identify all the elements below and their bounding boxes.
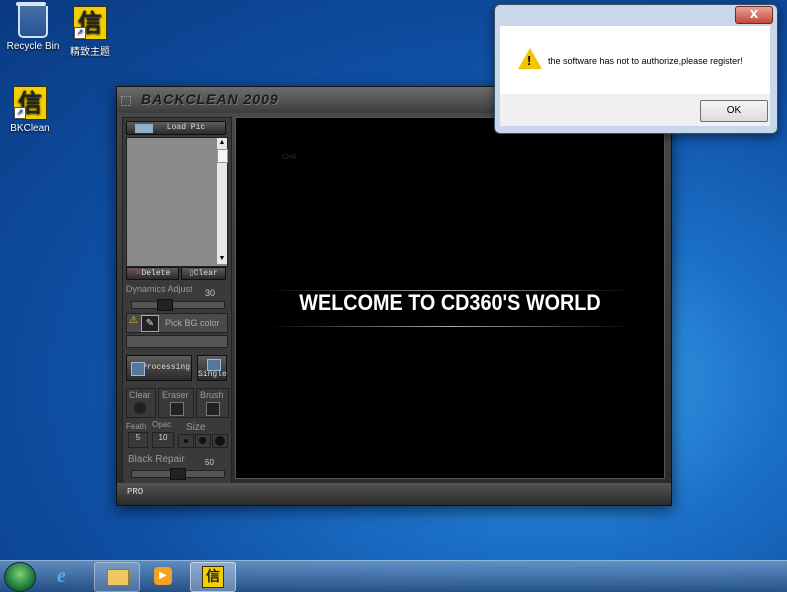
grip-icon [121, 96, 131, 106]
black-repair-label: Black Repair [128, 454, 185, 465]
brush-icon [206, 402, 220, 416]
internet-explorer-icon[interactable]: e [46, 562, 90, 590]
shortcut-arrow-icon: ↗ [14, 107, 26, 119]
status-text: PRO [127, 487, 144, 497]
desktop-icon-label: BKClean [10, 123, 50, 134]
bg-color-swatch [126, 335, 228, 348]
tool-clear-label: Clear [129, 390, 151, 400]
opac-label: Opac [152, 420, 172, 429]
single-label: Single [198, 370, 227, 379]
size-label: Size [186, 422, 206, 433]
eraser-icon [170, 402, 184, 416]
start-button[interactable] [4, 562, 36, 592]
dialog-body: ! the software has not to authorize,plea… [500, 26, 770, 94]
opac-stepper[interactable]: 10 [152, 432, 174, 448]
list-scrollbar[interactable]: ▲ ▼ [217, 138, 228, 264]
app-title: BACKCLEAN 2009 [141, 91, 279, 107]
slider-thumb[interactable] [170, 468, 186, 480]
app-shortcut-icon: 信 ↗ [13, 86, 47, 120]
load-pic-button[interactable]: Load Pic [126, 121, 226, 135]
delete-label: Delete [141, 269, 171, 278]
taskbar: e ▶ 信 [0, 560, 787, 592]
clear-list-button[interactable]: ▯Clear [181, 267, 226, 280]
status-bar: PRO [117, 483, 671, 505]
desktop-icon-label: 精致主题 [70, 47, 110, 58]
divider [266, 326, 634, 327]
tool-brush[interactable]: Brush [196, 388, 229, 418]
image-list[interactable]: ▲ ▼ [126, 137, 228, 267]
feath-label: Feath [126, 422, 147, 431]
delete-button[interactable]: ✕Delete [126, 267, 179, 280]
scroll-up-icon[interactable]: ▲ [217, 138, 227, 148]
image-icon [135, 124, 153, 133]
process-icon [131, 362, 145, 376]
desktop-icon-theme[interactable]: 信 ↗ 精致主题 [57, 6, 123, 58]
size-small-icon[interactable] [178, 434, 194, 448]
image-canvas[interactable]: CH3 WELCOME TO CD360'S WORLD [235, 117, 665, 479]
desktop-icon-bkclean[interactable]: 信 ↗ BKClean [0, 86, 63, 134]
dialog-footer: OK [500, 94, 770, 126]
media-player-icon[interactable]: ▶ [142, 562, 186, 590]
ok-button[interactable]: OK [700, 100, 768, 122]
scroll-thumb[interactable] [217, 149, 228, 163]
slider-thumb[interactable] [157, 299, 173, 311]
scroll-down-icon[interactable]: ▼ [217, 254, 227, 264]
pick-bg-label: Pick BG color [165, 318, 220, 328]
clear-tool-icon [134, 402, 146, 414]
dynamics-adjust-slider[interactable] [131, 299, 225, 311]
feath-stepper[interactable]: 5 [128, 432, 148, 448]
warning-icon: ⚠ [129, 315, 138, 326]
tool-clear[interactable]: Clear [126, 388, 156, 418]
tool-eraser[interactable]: Eraser [158, 388, 194, 418]
black-repair-value: 50 [205, 458, 214, 467]
shortcut-arrow-icon: ↗ [74, 27, 86, 39]
size-medium-icon[interactable] [195, 434, 211, 448]
tool-eraser-label: Eraser [162, 390, 189, 400]
recycle-bin-icon [16, 2, 48, 38]
pick-bg-row[interactable]: ⚠ ✎ Pick BG color [126, 313, 228, 333]
single-icon [207, 359, 221, 371]
tool-brush-label: Brush [200, 390, 224, 400]
size-large-icon[interactable] [212, 434, 228, 448]
warning-mark: ! [527, 53, 532, 68]
eyedropper-icon[interactable]: ✎ [141, 315, 159, 332]
desktop-icon-label: Recycle Bin [6, 41, 60, 52]
tool-panel: Load Pic ▲ ▼ ✕Delete ▯Clear Dynamics Adj… [122, 117, 232, 491]
load-pic-label: Load Pic [166, 123, 206, 132]
processing-button[interactable]: Processing [126, 355, 192, 381]
dialog-message: the software has not to authorize,please… [548, 56, 743, 66]
welcome-banner: WELCOME TO CD360'S WORLD [299, 290, 601, 315]
clear-label: Clear [193, 269, 218, 278]
dynamics-adjust-label: Dynamics Adjust [126, 284, 193, 294]
bkclean-taskbar-icon[interactable]: 信 [190, 562, 236, 592]
file-explorer-icon[interactable] [94, 562, 140, 592]
close-button[interactable]: X [735, 6, 773, 24]
backclean-window: BACKCLEAN 2009 Load Pic ▲ ▼ ✕Delete ▯Cle… [116, 86, 672, 506]
canvas-mark: CH3 [282, 154, 297, 161]
message-dialog: X ! the software has not to authorize,pl… [494, 4, 778, 134]
single-button[interactable]: Single [197, 355, 227, 381]
dynamics-adjust-value: 30 [205, 288, 216, 298]
black-repair-slider[interactable] [131, 468, 225, 480]
app-shortcut-icon: 信 ↗ [73, 6, 107, 40]
